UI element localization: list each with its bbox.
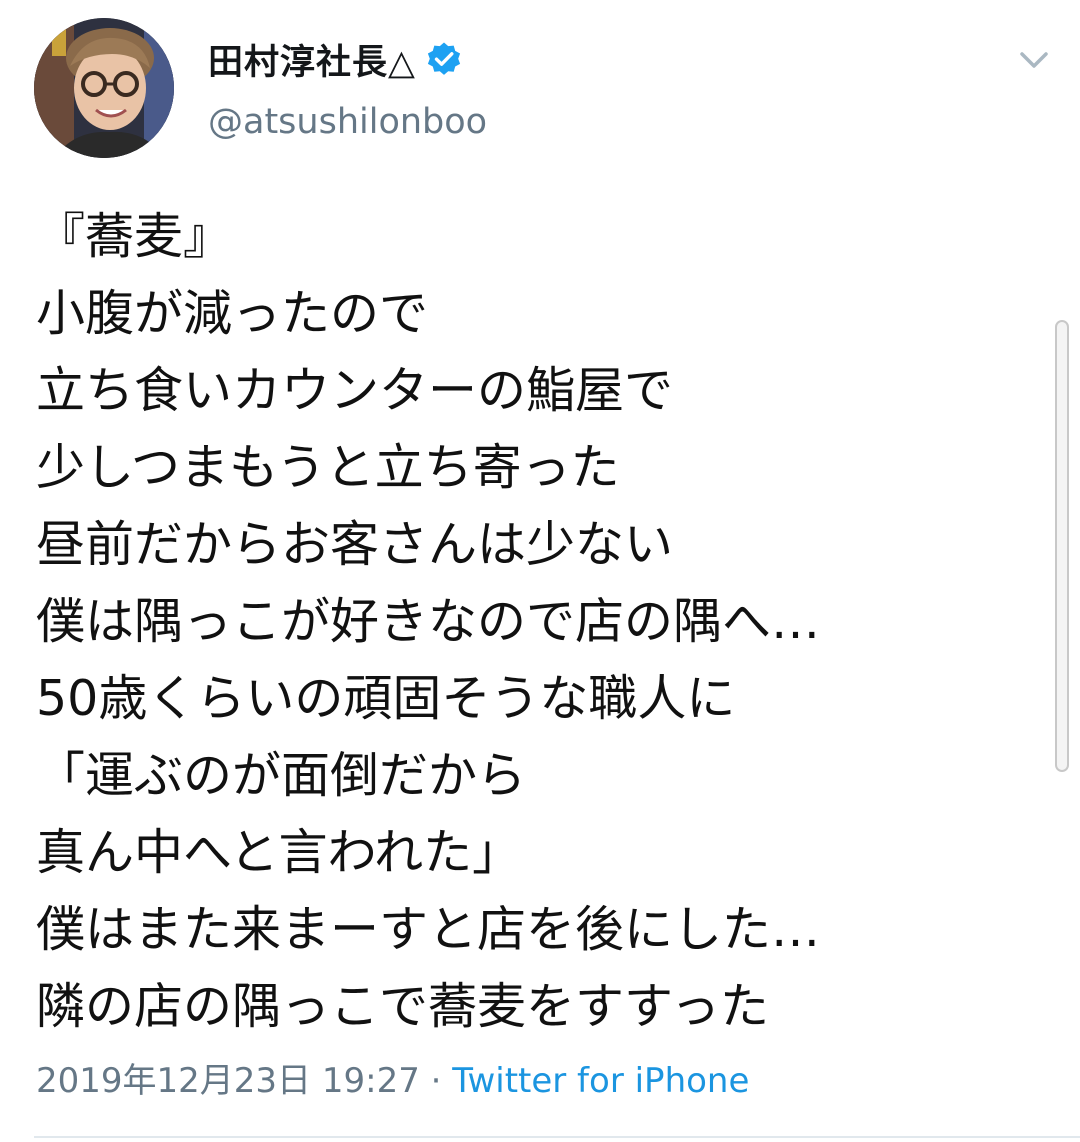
tweet-line: 『蕎麦』 [36,208,233,265]
tweet-line: 昼前だからお客さんは少ない [36,516,674,573]
author-handle[interactable]: @atsushilonboo [208,102,487,142]
author-name-row[interactable]: 田村淳社長△ [208,34,462,85]
tweet-line: 50歳くらいの頑固そうな職人に [36,670,736,727]
tweet-line: 「運ぶのが面倒だから [36,747,527,804]
display-name[interactable]: 田村淳社長△ [208,34,416,85]
tweet-line: 真ん中へと言われた」 [36,824,522,881]
divider [34,1136,1080,1138]
tweet-line: 隣の店の隅っこで蕎麦をすすった [36,978,770,1035]
timestamp[interactable]: 2019年12月23日 19:27 [36,1061,420,1101]
tweet-line: 僕は隅っこが好きなので店の隅へ… [36,593,821,650]
chevron-down-icon[interactable] [1012,42,1056,78]
meta-separator: · [419,1061,453,1101]
tweet-line: 小腹が減ったので [36,285,429,342]
source-link[interactable]: Twitter for iPhone [452,1061,749,1101]
avatar[interactable] [34,18,174,158]
tweet-text: 『蕎麦』 小腹が減ったので 立ち食いカウンターの鮨屋で 少しつまもうと立ち寄った… [36,198,1026,1045]
verified-badge-icon [427,42,461,75]
tweet-line: 僕はまた来まーすと店を後にした… [36,901,821,958]
avatar-image [34,18,174,158]
tweet-line: 少しつまもうと立ち寄った [36,439,620,496]
scrollbar[interactable] [1055,320,1069,772]
tweet-meta: 2019年12月23日 19:27 · Twitter for iPhone [36,1058,749,1104]
tweet-line: 立ち食いカウンターの鮨屋で [36,362,674,419]
